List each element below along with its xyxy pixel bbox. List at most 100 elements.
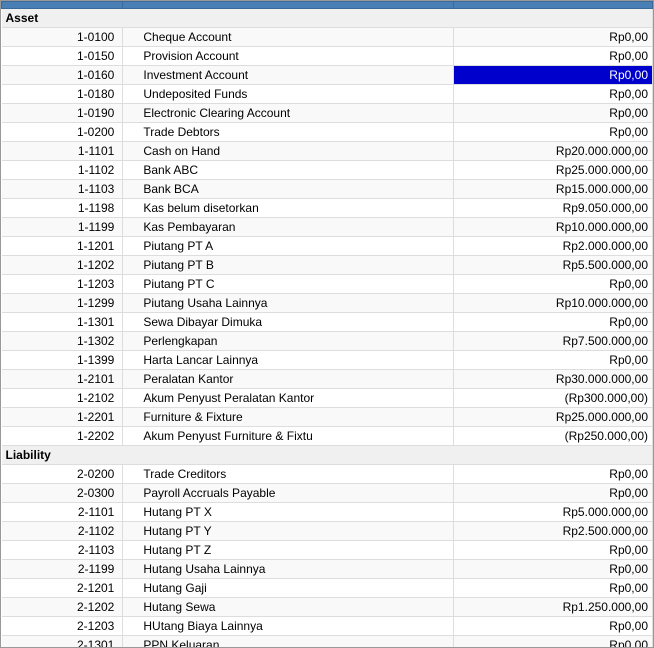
section-header-asset: Asset (2, 9, 653, 28)
acct-number: 1-1199 (2, 218, 123, 237)
table-row[interactable]: 1-1202Piutang PT BRp5.500.000,00 (2, 256, 653, 275)
acct-name: Harta Lancar Lainnya (123, 351, 454, 370)
acct-balance: Rp15.000.000,00 (454, 180, 653, 199)
acct-number: 1-1201 (2, 237, 123, 256)
table-row[interactable]: 1-1301Sewa Dibayar DimukaRp0,00 (2, 313, 653, 332)
col-name-header (123, 2, 454, 9)
acct-number: 1-1101 (2, 142, 123, 161)
acct-number: 1-2201 (2, 408, 123, 427)
acct-balance: Rp20.000.000,00 (454, 142, 653, 161)
acct-name: Bank BCA (123, 180, 454, 199)
acct-name: Hutang PT X (123, 503, 454, 522)
table-row[interactable]: 1-1201Piutang PT ARp2.000.000,00 (2, 237, 653, 256)
acct-name: Akum Penyust Peralatan Kantor (123, 389, 454, 408)
acct-number: 1-0150 (2, 47, 123, 66)
acct-name: Furniture & Fixture (123, 408, 454, 427)
acct-name: Akum Penyust Furniture & Fixtu (123, 427, 454, 446)
accounts-table-container[interactable]: Asset1-0100Cheque AccountRp0,001-0150Pro… (0, 0, 654, 648)
table-row[interactable]: 2-0300Payroll Accruals PayableRp0,00 (2, 484, 653, 503)
acct-name: Hutang Sewa (123, 598, 454, 617)
acct-balance: Rp5.500.000,00 (454, 256, 653, 275)
acct-number: 1-1103 (2, 180, 123, 199)
acct-balance: Rp2.500.000,00 (454, 522, 653, 541)
table-row[interactable]: 2-1101Hutang PT XRp5.000.000,00 (2, 503, 653, 522)
acct-number: 1-0100 (2, 28, 123, 47)
acct-name: Trade Debtors (123, 123, 454, 142)
acct-name: Piutang PT A (123, 237, 454, 256)
acct-balance: Rp0,00 (454, 541, 653, 560)
acct-balance: Rp25.000.000,00 (454, 408, 653, 427)
acct-balance: Rp30.000.000,00 (454, 370, 653, 389)
table-row[interactable]: 2-1202Hutang SewaRp1.250.000,00 (2, 598, 653, 617)
acct-name: Electronic Clearing Account (123, 104, 454, 123)
acct-number: 1-0180 (2, 85, 123, 104)
acct-balance: Rp1.250.000,00 (454, 598, 653, 617)
table-row[interactable]: 1-0160Investment AccountRp0,00 (2, 66, 653, 85)
acct-number: 1-2202 (2, 427, 123, 446)
table-row[interactable]: 1-1102Bank ABCRp25.000.000,00 (2, 161, 653, 180)
acct-number: 1-2101 (2, 370, 123, 389)
table-row[interactable]: 1-1103Bank BCARp15.000.000,00 (2, 180, 653, 199)
acct-number: 1-1202 (2, 256, 123, 275)
acct-balance: Rp2.000.000,00 (454, 237, 653, 256)
table-row[interactable]: 1-0180Undeposited FundsRp0,00 (2, 85, 653, 104)
acct-balance: Rp0,00 (454, 28, 653, 47)
acct-name: Bank ABC (123, 161, 454, 180)
acct-number: 2-1203 (2, 617, 123, 636)
table-row[interactable]: 1-2201Furniture & FixtureRp25.000.000,00 (2, 408, 653, 427)
table-row[interactable]: 1-0200Trade DebtorsRp0,00 (2, 123, 653, 142)
acct-name: Trade Creditors (123, 465, 454, 484)
acct-balance: Rp0,00 (454, 617, 653, 636)
acct-balance: Rp5.000.000,00 (454, 503, 653, 522)
section-header-liability: Liability (2, 446, 653, 465)
col-balance-header (454, 2, 653, 9)
acct-name: Provision Account (123, 47, 454, 66)
table-row[interactable]: 1-0150Provision AccountRp0,00 (2, 47, 653, 66)
acct-number: 2-0300 (2, 484, 123, 503)
table-row[interactable]: 2-1203HUtang Biaya LainnyaRp0,00 (2, 617, 653, 636)
table-row[interactable]: 2-1201Hutang GajiRp0,00 (2, 579, 653, 598)
acct-number: 1-1302 (2, 332, 123, 351)
acct-name: Hutang Usaha Lainnya (123, 560, 454, 579)
acct-number: 2-1103 (2, 541, 123, 560)
table-row[interactable]: 1-1299Piutang Usaha LainnyaRp10.000.000,… (2, 294, 653, 313)
acct-number: 1-1102 (2, 161, 123, 180)
acct-name: Piutang Usaha Lainnya (123, 294, 454, 313)
table-row[interactable]: 1-2101Peralatan KantorRp30.000.000,00 (2, 370, 653, 389)
table-row[interactable]: 1-0100Cheque AccountRp0,00 (2, 28, 653, 47)
table-row[interactable]: 1-1101Cash on HandRp20.000.000,00 (2, 142, 653, 161)
table-row[interactable]: 2-1102Hutang PT YRp2.500.000,00 (2, 522, 653, 541)
acct-balance: Rp7.500.000,00 (454, 332, 653, 351)
acct-name: Hutang PT Y (123, 522, 454, 541)
table-row[interactable]: 1-0190Electronic Clearing AccountRp0,00 (2, 104, 653, 123)
table-row[interactable]: 2-1301PPN KeluaranRp0,00 (2, 636, 653, 648)
acct-balance: Rp0,00 (454, 636, 653, 648)
col-acct-header (2, 2, 123, 9)
acct-name: Kas belum disetorkan (123, 199, 454, 218)
acct-name: Cash on Hand (123, 142, 454, 161)
acct-number: 1-0160 (2, 66, 123, 85)
table-row[interactable]: 2-1199Hutang Usaha LainnyaRp0,00 (2, 560, 653, 579)
acct-number: 2-1201 (2, 579, 123, 598)
acct-balance: Rp10.000.000,00 (454, 294, 653, 313)
table-row[interactable]: 1-1199Kas PembayaranRp10.000.000,00 (2, 218, 653, 237)
acct-balance: Rp0,00 (454, 579, 653, 598)
acct-balance: Rp25.000.000,00 (454, 161, 653, 180)
table-row[interactable]: 1-1203Piutang PT CRp0,00 (2, 275, 653, 294)
table-row[interactable]: 2-1103Hutang PT ZRp0,00 (2, 541, 653, 560)
acct-balance: Rp0,00 (454, 313, 653, 332)
acct-name: PPN Keluaran (123, 636, 454, 648)
table-row[interactable]: 1-2202Akum Penyust Furniture & Fixtu(Rp2… (2, 427, 653, 446)
table-row[interactable]: 1-2102Akum Penyust Peralatan Kantor(Rp30… (2, 389, 653, 408)
table-row[interactable]: 1-1198Kas belum disetorkanRp9.050.000,00 (2, 199, 653, 218)
acct-balance: Rp0,00 (454, 123, 653, 142)
acct-balance: (Rp250.000,00) (454, 427, 653, 446)
table-row[interactable]: 1-1399Harta Lancar LainnyaRp0,00 (2, 351, 653, 370)
acct-name: Peralatan Kantor (123, 370, 454, 389)
acct-number: 2-1101 (2, 503, 123, 522)
acct-number: 1-0190 (2, 104, 123, 123)
table-row[interactable]: 2-0200Trade CreditorsRp0,00 (2, 465, 653, 484)
table-row[interactable]: 1-1302PerlengkapanRp7.500.000,00 (2, 332, 653, 351)
acct-balance: Rp0,00 (454, 560, 653, 579)
acct-name: Sewa Dibayar Dimuka (123, 313, 454, 332)
